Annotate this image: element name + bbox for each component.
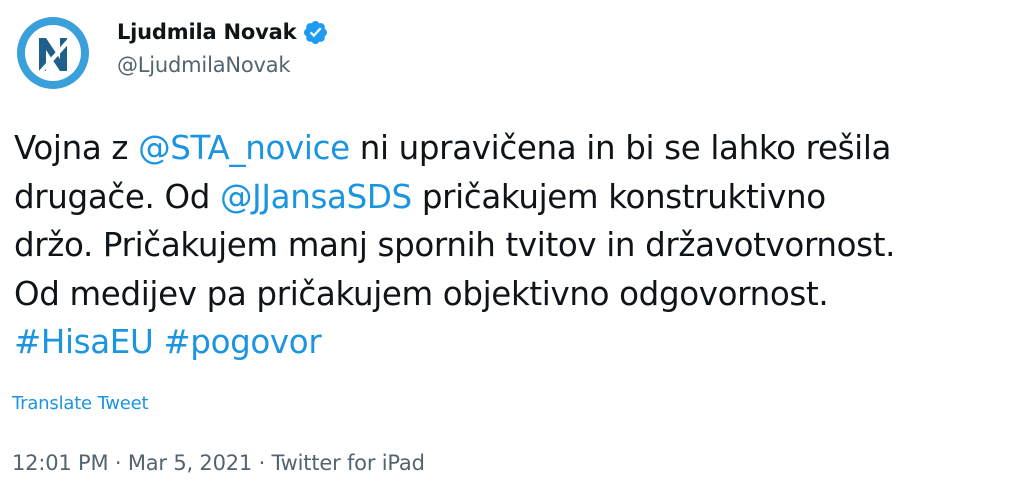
tweet-text-segment: pričakujem konstruktivno <box>411 177 826 216</box>
tweet-text-segment: drugače. Od <box>14 177 221 216</box>
author-handle[interactable]: @LjudmilaNovak <box>117 53 291 77</box>
tweet-line: #HisaEU #pogovor <box>14 318 1004 367</box>
tweet-text-segment: Vojna z <box>14 129 139 167</box>
author-name-row: Ljudmila Novak <box>117 15 329 49</box>
nsi-logo-icon <box>13 13 93 93</box>
tweet-text-segment <box>153 323 163 361</box>
tweet-text-segment: ni upravičena in bi se lahko rešila <box>349 129 892 167</box>
translate-tweet-link[interactable]: Translate Tweet <box>12 393 149 414</box>
tweet-line: držo. Pričakujem manj spornih tvitov in … <box>14 221 1004 270</box>
mention-link[interactable]: @JJansaSDS <box>220 178 412 216</box>
avatar[interactable] <box>13 13 93 93</box>
hashtag-link[interactable]: #pogovor <box>163 323 321 361</box>
meta-separator: · <box>108 451 128 475</box>
tweet-line: Vojna z @STA_novice ni upravičena in bi … <box>14 124 1004 173</box>
tweet-text-segment: držo. Pričakujem manj spornih tvitov in … <box>14 226 896 264</box>
tweet-source[interactable]: Twitter for iPad <box>272 451 425 475</box>
tweet-time[interactable]: 12:01 PM <box>12 451 109 475</box>
tweet-text: Vojna z @STA_novice ni upravičena in bi … <box>14 124 1004 367</box>
tweet-line: Od medijev pa pričakujem objektivno odgo… <box>14 270 1004 319</box>
hashtag-link[interactable]: #HisaEU <box>14 323 154 361</box>
tweet-date[interactable]: Mar 5, 2021 <box>128 451 252 475</box>
verified-badge-icon <box>302 19 329 46</box>
tweet-card: Ljudmila Novak @LjudmilaNovak Vojna z @S… <box>0 0 1012 496</box>
tweet-line: drugače. Od @JJansaSDS pričakujem konstr… <box>14 173 1004 222</box>
tweet-metadata: 12:01 PM · Mar 5, 2021 · Twitter for iPa… <box>12 451 425 475</box>
meta-separator: · <box>252 451 272 475</box>
mention-link[interactable]: @STA_novice <box>138 129 350 167</box>
tweet-text-segment: Od medijev pa pričakujem objektivno odgo… <box>14 274 829 313</box>
author-display-name[interactable]: Ljudmila Novak <box>117 20 297 44</box>
